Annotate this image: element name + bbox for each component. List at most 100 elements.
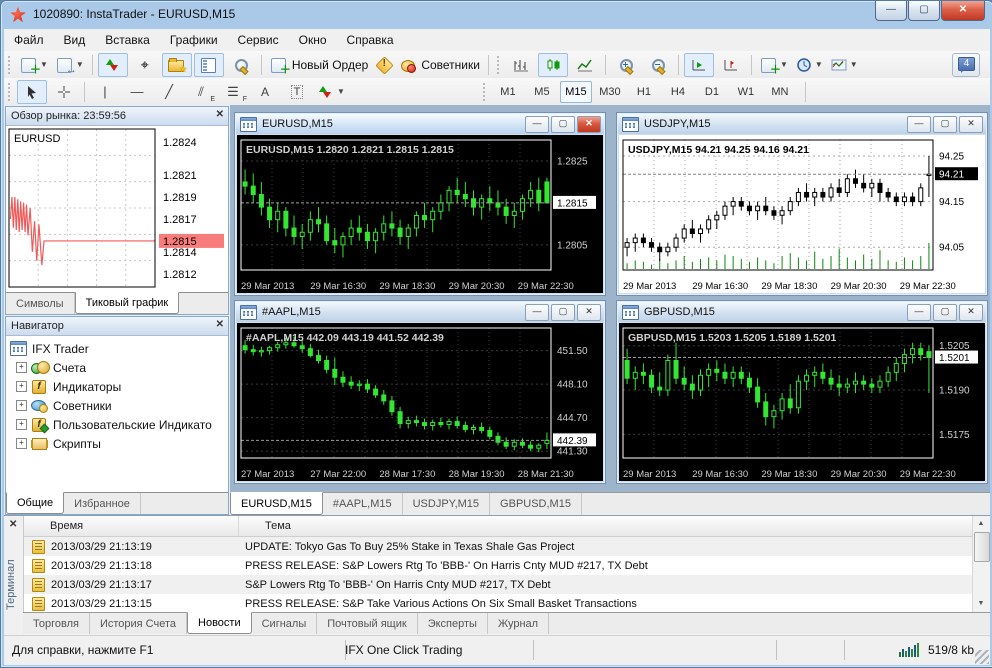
tab-experts[interactable]: Эксперты [418,613,488,634]
zoom-out-button[interactable] [643,53,673,77]
window-restore-button[interactable]: ▢ [933,304,957,321]
tab-news[interactable]: Новости [187,612,252,634]
chart-shift-toggle[interactable] [716,53,746,77]
tab-account-history[interactable]: История Счета [90,613,188,634]
window-restore-button[interactable]: ▢ [551,116,575,133]
toolbar-grip[interactable] [495,55,501,74]
crosshair-tool-button[interactable] [49,80,79,104]
chart-canvas-aapl[interactable]: 451.50 448.10 444.70 441.30 442.39 #AAPL,M15 … [237,323,603,481]
column-time[interactable]: Время [24,516,239,536]
auto-scroll-toggle[interactable] [683,52,714,77]
new-chart-button[interactable]: ＋ ▼ [17,53,51,77]
market-watch-header[interactable]: Обзор рынка: 23:59:56 ✕ [6,107,228,126]
scroll-down-icon[interactable]: ▼ [975,598,987,610]
window-close-button[interactable]: ✕ [959,116,983,133]
line-chart-mode-button[interactable] [570,53,600,77]
navigator-toggle[interactable]: ★ [161,52,192,77]
timeframe-h4[interactable]: H4 [662,81,694,103]
close-icon[interactable]: ✕ [9,519,17,530]
navigator-header[interactable]: Навигатор ✕ [6,317,228,336]
toolbar-grip[interactable] [7,55,12,74]
equidistant-channel-tool[interactable]: ⫽ E [186,80,216,104]
fibonacci-tool[interactable]: ☰ F [218,80,248,104]
close-icon[interactable]: ✕ [216,319,224,330]
chart-tab-gbpusd[interactable]: GBPUSD,M15 [490,493,582,515]
chart-window-gbpusd[interactable]: GBPUSD,M15 — ▢ ✕ 1.5205 1.5190 1.5175 1.520… [616,300,988,484]
chart-window-titlebar[interactable]: USDJPY,M15 — ▢ ✕ [618,114,986,134]
templates-button[interactable]: ▼ [828,53,861,77]
news-row[interactable]: 2013/03/29 21:13:15 PRESS RELEASE: S&P T… [24,594,973,612]
window-restore-button[interactable]: ▢ [933,116,957,133]
expand-icon[interactable]: + [16,419,27,430]
menu-tools[interactable]: Сервис [228,30,289,50]
tree-item-indicators[interactable]: + f Индикаторы [8,377,226,396]
periods-button[interactable]: ▼ [793,53,826,77]
window-minimize-button[interactable]: — [525,304,549,321]
tab-tick-chart[interactable]: Тиковый график [74,292,180,314]
timeframe-m15[interactable]: M15 [559,80,592,103]
chart-window-usdjpy[interactable]: USDJPY,M15 — ▢ ✕ 94.25 94.15 94.05 94.21 USD… [616,112,988,296]
chart-tab-eurusd[interactable]: EURUSD,M15 [230,492,323,515]
window-close-button[interactable]: ✕ [577,116,601,133]
scrollbar-thumb[interactable] [974,532,990,562]
chart-canvas-gbpusd[interactable]: 1.5205 1.5190 1.5175 1.5201 GBPUSD,M15 1.520… [619,323,985,481]
close-icon[interactable]: ✕ [216,109,224,120]
tab-common[interactable]: Общие [6,492,65,514]
tree-item-advisors[interactable]: + Советники [8,396,226,415]
expand-icon[interactable]: + [16,381,27,392]
tab-journal[interactable]: Журнал [488,613,550,634]
chart-canvas-eurusd[interactable]: 1.28251.28151.28051.2815EURUSD,M15 1.282… [237,135,603,293]
menu-view[interactable]: Вид [54,30,96,50]
tab-trade[interactable]: Торговля [23,613,90,634]
trendline-tool[interactable]: ╱ [154,80,184,104]
new-order-button[interactable]: ＋ Новый Ордер [267,53,371,77]
tree-item-accounts[interactable]: + Счета [8,358,226,377]
chart-canvas-usdjpy[interactable]: 94.25 94.15 94.05 94.21 USDJPY,M15 94.21 94.… [619,135,985,293]
news-row[interactable]: 2013/03/29 21:13:18 PRESS RELEASE: S&P L… [24,556,973,575]
chart-tab-aapl[interactable]: #AAPL,M15 [323,493,403,515]
timeframe-h1[interactable]: H1 [628,81,660,103]
expand-icon[interactable]: + [16,362,27,373]
maximize-button[interactable]: ▢ [908,1,940,21]
timeframe-d1[interactable]: D1 [696,81,728,103]
data-window-button[interactable]: ⌖ [130,53,160,77]
news-table-header[interactable]: Время Тема [24,516,973,537]
window-close-button[interactable]: ✕ [577,304,601,321]
candlestick-mode-button[interactable] [537,52,568,77]
vertical-line-tool[interactable]: | [90,80,120,104]
tree-item-custom-indicators[interactable]: + f Пользовательские Индикато [8,415,226,434]
cursor-tool-button[interactable] [17,79,47,104]
expand-icon[interactable]: + [16,438,27,449]
title-bar[interactable]: 1020890: InstaTrader - EURUSD,M15 — ▢ ✕ [1,1,992,29]
text-label-tool[interactable]: T [282,80,312,104]
toolbar-grip[interactable] [7,82,12,101]
window-minimize-button[interactable]: — [525,116,549,133]
expert-advisors-button[interactable]: Советники [397,53,483,77]
indicators-button[interactable]: ＋ ▼ [757,53,791,77]
strategy-tester-button[interactable] [226,53,256,77]
zoom-in-button[interactable] [611,53,641,77]
expand-icon[interactable]: + [16,400,27,411]
tab-mailbox[interactable]: Почтовый ящик [317,613,418,634]
terminal-scrollbar[interactable]: ▲ ▼ [972,516,990,612]
menu-window[interactable]: Окно [289,30,337,50]
tab-signals[interactable]: Сигналы [252,613,318,634]
window-minimize-button[interactable]: — [907,116,931,133]
chart-window-titlebar[interactable]: #AAPL,M15 — ▢ ✕ [236,302,604,322]
chart-window-aapl[interactable]: #AAPL,M15 — ▢ ✕ 451.50 448.10 444.70 441.30… [234,300,606,484]
market-watch-toggle[interactable] [97,52,128,77]
news-row[interactable]: 2013/03/29 21:13:17 S&P Lowers Rtg To 'B… [24,575,973,594]
tab-symbols[interactable]: Символы [6,293,75,314]
news-row[interactable]: 2013/03/29 21:13:19 UPDATE: Tokyo Gas To… [24,537,973,556]
toolbar-grip[interactable] [481,82,487,101]
timeframe-w1[interactable]: W1 [730,81,762,103]
text-tool[interactable]: A [250,80,280,104]
column-topic[interactable]: Тема [239,516,973,536]
close-button[interactable]: ✕ [941,1,985,21]
tree-item-account[interactable]: IFX Trader [8,339,226,358]
arrows-tool[interactable]: ▼ [314,80,348,104]
tick-chart[interactable]: 1.2824 1.2821 1.2819 1.2817 1.2815 1.2814 1.28… [6,126,228,292]
menu-help[interactable]: Справка [337,30,404,50]
timeframe-m5[interactable]: M5 [526,81,558,103]
metaquotes-alert-icon[interactable]: ! [375,55,395,75]
